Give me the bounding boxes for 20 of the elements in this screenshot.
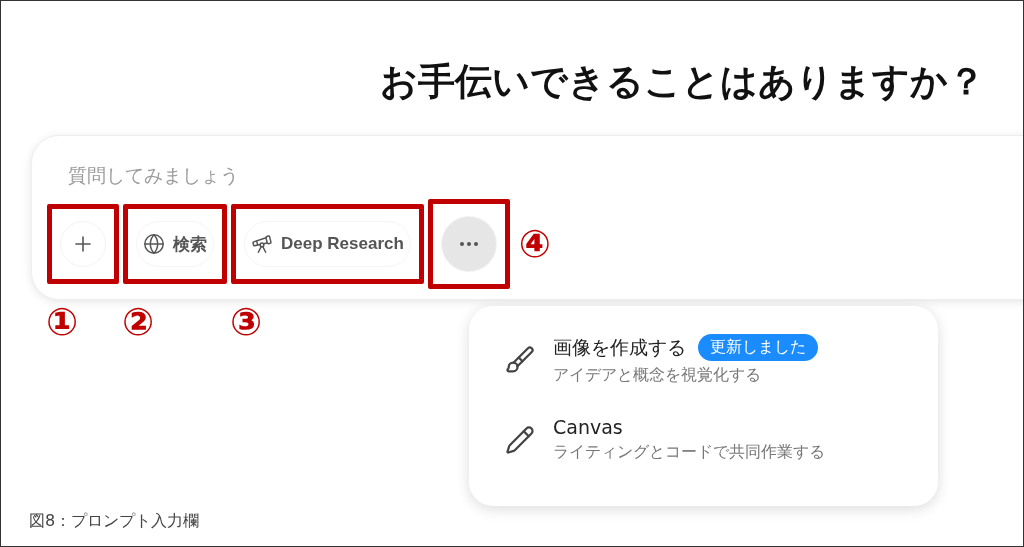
menu-item-description: アイデアと概念を視覚化する [553, 365, 762, 386]
pencil-icon [505, 424, 535, 455]
deep-research-button[interactable]: Deep Research [244, 221, 411, 267]
annotation-number: ④ [518, 225, 552, 263]
search-button[interactable]: 検索 [136, 221, 214, 267]
add-button[interactable] [60, 221, 106, 267]
brush-icon [505, 345, 535, 375]
greeting-heading: お手伝いできることはありますか？ [380, 60, 985, 104]
telescope-icon [251, 233, 273, 255]
updated-badge: 更新しました [698, 334, 818, 361]
more-icon [459, 242, 478, 246]
annotation-number: ③ [230, 303, 263, 341]
prompt-field[interactable]: 質問してみましょう [68, 164, 468, 186]
annotation-number: ① [46, 303, 79, 341]
annotation-number: ② [122, 303, 155, 341]
globe-icon [143, 233, 165, 255]
menu-item-description: ライティングとコードで共同作業する [553, 442, 825, 463]
menu-item-title[interactable]: 画像を作成する [553, 334, 686, 361]
figure-caption: 図8：プロンプト入力欄 [29, 511, 201, 532]
menu-item-title[interactable]: Canvas [553, 416, 623, 438]
